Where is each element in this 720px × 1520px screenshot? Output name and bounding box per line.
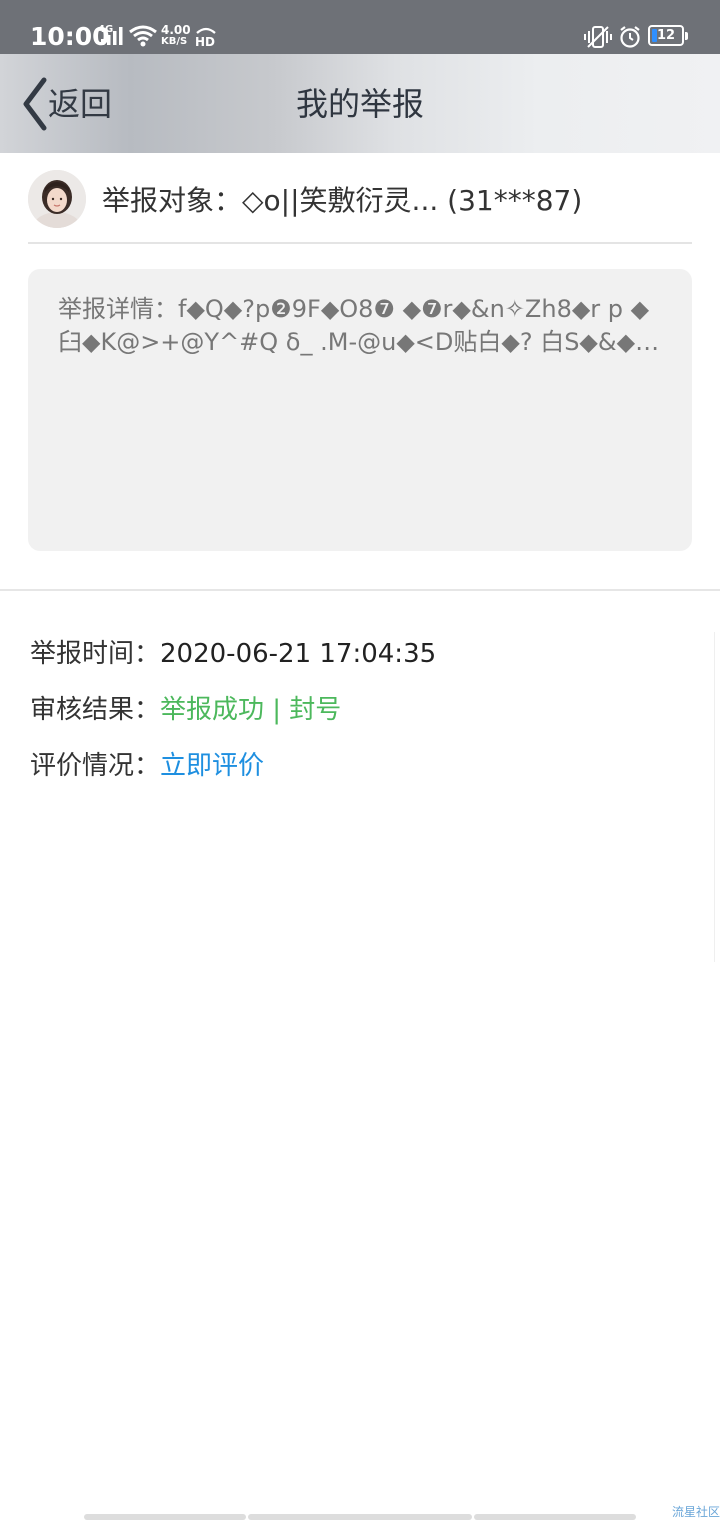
review-result-value: 举报成功 | 封号: [160, 695, 342, 725]
review-result-label: 审核结果：: [30, 695, 161, 725]
battery-level: 12: [656, 28, 676, 43]
alarm-icon: [620, 26, 640, 48]
wifi-icon: [129, 25, 157, 47]
bottom-indicator: [248, 1514, 472, 1520]
network-speed: 4.00 KB/S: [161, 23, 191, 47]
svg-text:HD: HD: [195, 35, 215, 48]
edge-line: [714, 632, 715, 962]
report-target-value: ◇o||笑敷衍灵... (31***87): [242, 184, 583, 217]
rating-row: 评价情况：立即评价: [30, 748, 264, 784]
app-header: 返回 我的举报: [0, 54, 720, 153]
status-bar: 10:00 4G 4.00 KB/S HD 12: [0, 0, 720, 54]
user-avatar-icon: [28, 170, 86, 228]
battery-icon: 12: [648, 25, 684, 46]
divider: [28, 242, 692, 244]
report-target: 举报对象：◇o||笑敷衍灵... (31***87): [102, 184, 583, 217]
signal-icon: [101, 27, 123, 45]
hd-icon: HD: [194, 24, 218, 49]
rate-now-link[interactable]: 立即评价: [160, 751, 264, 781]
battery-tip: [685, 32, 688, 40]
report-time-value: 2020-06-21 17:04:35: [160, 639, 437, 669]
page-title: 我的举报: [295, 85, 424, 123]
report-detail-box: 举报详情：f◆Q◆?p❷9F◆O8❼ ◆❼r◆&n✧Zh8◆r p ◆臼◆K@>…: [28, 269, 692, 551]
report-time-row: 举报时间：2020-06-21 17:04:35: [30, 636, 436, 672]
bottom-indicator: [474, 1514, 636, 1520]
vibrate-icon: [584, 26, 612, 48]
watermark: 流星社区: [671, 1505, 720, 1519]
report-detail: 举报详情：f◆Q◆?p❷9F◆O8❼ ◆❼r◆&n✧Zh8◆r p ◆臼◆K@>…: [58, 293, 662, 359]
bottom-indicator: [84, 1514, 246, 1520]
rating-label: 评价情况：: [30, 751, 161, 781]
section-divider: [0, 589, 720, 591]
review-result-row: 审核结果：举报成功 | 封号: [30, 692, 341, 728]
report-target-row: 举报对象：◇o||笑敷衍灵... (31***87): [28, 170, 692, 228]
report-time-label: 举报时间：: [30, 639, 161, 669]
avatar[interactable]: [28, 170, 86, 228]
